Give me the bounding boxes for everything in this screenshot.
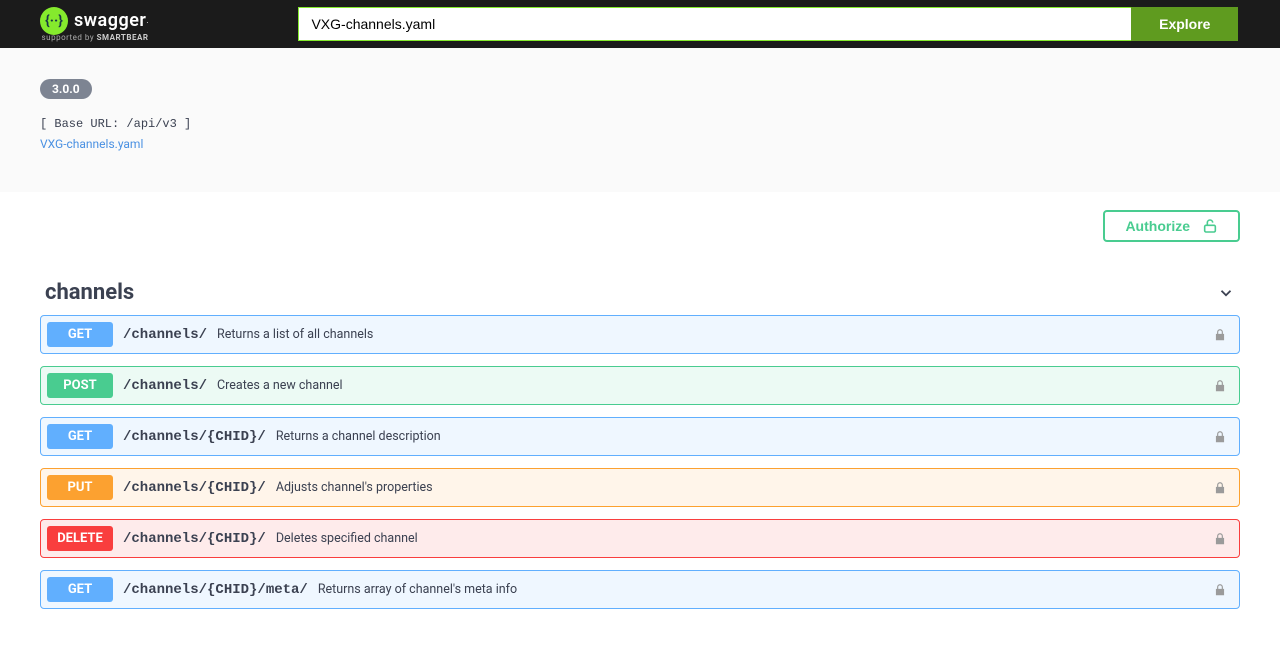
- lock-icon[interactable]: [1213, 481, 1227, 495]
- api-version-badge: 3.0.0: [40, 79, 92, 99]
- chevron-down-icon: [1217, 284, 1235, 302]
- operation-path: /channels/{CHID}/meta/: [123, 582, 308, 598]
- tag-header-channels[interactable]: channels: [40, 260, 1240, 315]
- http-method-badge: GET: [47, 424, 113, 449]
- unlock-icon: [1202, 218, 1218, 234]
- swagger-logo-subtext: supported by SMARTBEAR: [42, 33, 149, 42]
- operation-row[interactable]: DELETE/channels/{CHID}/ Deletes specified…: [40, 519, 1240, 558]
- operation-summary: Returns a channel description: [276, 429, 1213, 444]
- operation-row[interactable]: GET/channels/{CHID}/meta/Returns array o…: [40, 570, 1240, 609]
- operation-path: /channels/{CHID}/: [123, 429, 266, 445]
- operation-row[interactable]: POST/channels/Creates a new channel: [40, 366, 1240, 405]
- lock-icon[interactable]: [1213, 379, 1227, 393]
- lock-icon[interactable]: [1213, 583, 1227, 597]
- api-info-section: 3.0.0 [ Base URL: /api/v3 ] VXG-channels…: [0, 48, 1280, 192]
- http-method-badge: GET: [47, 322, 113, 347]
- operation-row[interactable]: PUT/channels/{CHID}/ Adjusts channel's pr…: [40, 468, 1240, 507]
- http-method-badge: PUT: [47, 475, 113, 500]
- operation-path: /channels/: [123, 327, 207, 343]
- operation-path: /channels/{CHID}/: [123, 531, 266, 547]
- operation-row[interactable]: GET/channels/{CHID}/ Returns a channel de…: [40, 417, 1240, 456]
- spec-url-form: Explore: [298, 7, 1238, 41]
- explore-button[interactable]: Explore: [1131, 7, 1238, 41]
- http-method-badge: POST: [47, 373, 113, 398]
- operation-summary: Adjusts channel's properties: [276, 480, 1213, 495]
- base-url-text: [ Base URL: /api/v3 ]: [40, 117, 1240, 131]
- swagger-logo[interactable]: {··} swagger. supported by SMARTBEAR: [40, 7, 148, 42]
- swagger-logo-text: swagger: [74, 10, 146, 31]
- auth-section: Authorize: [0, 192, 1280, 260]
- lock-icon[interactable]: [1213, 430, 1227, 444]
- http-method-badge: DELETE: [47, 526, 113, 551]
- lock-icon[interactable]: [1213, 328, 1227, 342]
- operation-summary: Creates a new channel: [217, 378, 1213, 393]
- lock-icon[interactable]: [1213, 532, 1227, 546]
- authorize-label: Authorize: [1125, 218, 1190, 234]
- operation-summary: Deletes specified channel: [276, 531, 1213, 546]
- operations-section: channels GET/channels/Returns a list of …: [0, 260, 1280, 651]
- spec-file-link[interactable]: VXG-channels.yaml: [40, 137, 143, 151]
- tag-name: channels: [45, 280, 134, 305]
- topbar: {··} swagger. supported by SMARTBEAR Exp…: [0, 0, 1280, 48]
- http-method-badge: GET: [47, 577, 113, 602]
- operation-path: /channels/{CHID}/: [123, 480, 266, 496]
- operation-summary: Returns array of channel's meta info: [318, 582, 1213, 597]
- swagger-logo-icon: {··}: [40, 7, 68, 35]
- operation-row[interactable]: GET/channels/Returns a list of all chann…: [40, 315, 1240, 354]
- operations-list: GET/channels/Returns a list of all chann…: [40, 315, 1240, 609]
- authorize-button[interactable]: Authorize: [1103, 210, 1240, 242]
- operation-path: /channels/: [123, 378, 207, 394]
- spec-url-input[interactable]: [298, 7, 1131, 41]
- operation-summary: Returns a list of all channels: [217, 327, 1213, 342]
